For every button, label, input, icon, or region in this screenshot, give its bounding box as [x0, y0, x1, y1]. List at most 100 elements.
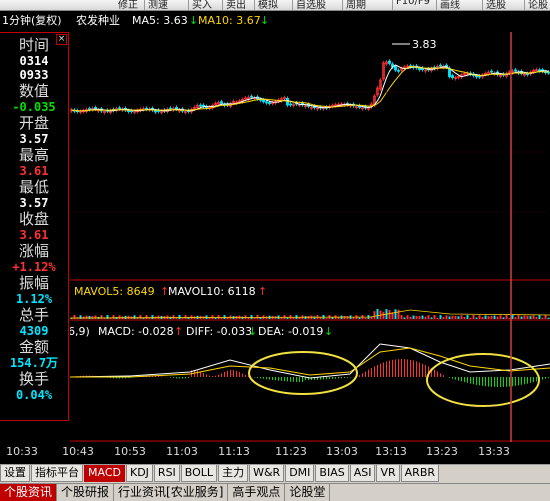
volume-bar — [460, 315, 463, 319]
candle-body — [262, 99, 265, 103]
toolbar-item[interactable]: 测速 — [148, 0, 168, 10]
indicator-tab[interactable]: ASI — [349, 465, 376, 482]
volume-bar — [496, 316, 499, 319]
top-toolbar: 修正 测速 买入 卖出 模拟 自选股 周期 F10/F9 画线 选股 论股 — [0, 0, 550, 11]
volume-bar — [388, 310, 391, 319]
volume-bar — [157, 315, 160, 319]
toolbar-item[interactable]: 模拟 — [258, 0, 278, 10]
mavol-line — [70, 309, 550, 319]
candle-body — [439, 64, 442, 67]
quote-field-value: 3.61 — [19, 228, 49, 242]
close-icon[interactable]: × — [56, 34, 67, 45]
indicator-tab[interactable]: 设置 — [0, 465, 30, 482]
volume-bar — [85, 315, 88, 319]
volume-bar — [178, 315, 181, 319]
info-tab[interactable]: 高手观点 — [228, 484, 286, 501]
quote-field: 最低 3.57 — [0, 178, 68, 210]
volume-bar — [190, 315, 193, 319]
chart-area[interactable]: MAVOL5: 8649 ↑ MAVOL10: 6118 ↑ 6,9) MACD… — [70, 32, 550, 442]
volume-bar — [541, 317, 544, 319]
indicator-tab[interactable]: 指标平台 — [31, 465, 83, 482]
candle-body — [388, 60, 391, 64]
volume-bar — [547, 317, 550, 319]
candle-body — [127, 110, 130, 112]
volume-bar — [403, 317, 406, 319]
quote-field: 涨幅 +1.12% — [0, 242, 68, 274]
toolbar-item[interactable]: 买入 — [192, 0, 212, 10]
volume-bar — [217, 315, 220, 319]
info-tab[interactable]: 论股堂 — [285, 484, 331, 501]
quote-field-value: 0.04% — [15, 388, 53, 402]
quote-field-value: 154.7万 — [9, 356, 59, 370]
indicator-tab[interactable]: RSI — [153, 465, 180, 482]
volume-bar — [166, 315, 169, 319]
quote-field-value: 4309 — [19, 324, 49, 338]
toolbar-item[interactable]: F10/F9 — [396, 0, 430, 10]
stock-name: 农发种业 — [76, 14, 120, 27]
ma10-line — [71, 65, 549, 112]
indicator-tab[interactable]: ARBR — [400, 465, 440, 482]
toolbar-divider — [144, 0, 145, 10]
toolbar-item[interactable]: 选股 — [486, 0, 506, 10]
volume-bar — [454, 315, 457, 319]
volume-bar — [211, 315, 214, 319]
volume-bar — [508, 317, 511, 319]
info-tab[interactable]: 个股研报 — [57, 484, 115, 501]
toolbar-item[interactable]: 自选股 — [296, 0, 326, 10]
macd-panel — [70, 343, 550, 387]
candle-body — [169, 107, 172, 110]
volume-bar — [430, 317, 433, 319]
indicator-tab[interactable]: BOLL — [180, 465, 218, 482]
toolbar-divider — [188, 0, 189, 10]
volume-bar — [442, 317, 445, 319]
info-tab[interactable]: 个股资讯 — [0, 484, 58, 501]
quote-field: 最高 3.61 — [0, 146, 68, 178]
time-tick-label: 11:13 — [218, 445, 250, 458]
volume-bar — [331, 317, 334, 319]
indicator-tab[interactable]: 主力 — [218, 465, 249, 482]
chart-title-bar: 1分钟(复权) 农发种业 MA5: 3.63 ↓ MA10: 3.67 ↓ — [0, 11, 550, 30]
volume-bar — [346, 316, 349, 319]
candle-body — [199, 104, 202, 107]
toolbar-divider — [292, 0, 293, 10]
indicator-tab[interactable]: KDJ — [125, 465, 153, 482]
quote-field-value: 0314 — [19, 54, 49, 68]
volume-bar — [418, 316, 421, 319]
quote-field-value: 3.61 — [19, 164, 49, 178]
indicator-tabs: 设置 指标平台 MACD KDJ RSI BOLL 主力 W&R DMI BIAS ASI VR ARB… — [0, 464, 550, 483]
toolbar-item[interactable]: 周期 — [346, 0, 366, 10]
quote-field: 总手 4309 — [0, 306, 68, 338]
volume-bar — [253, 317, 256, 319]
chart-canvas[interactable]: MAVOL5: 8649 ↑ MAVOL10: 6118 ↑ 6,9) MACD… — [70, 32, 550, 442]
volume-bar — [490, 315, 493, 319]
candle-body — [478, 75, 481, 78]
mavol10-value: MAVOL10: 6118 — [168, 285, 256, 298]
volume-bar — [535, 316, 538, 319]
indicator-tab[interactable]: MACD — [84, 465, 125, 482]
candle-body — [145, 107, 148, 110]
volume-bar — [469, 317, 472, 319]
toolbar-item[interactable]: 卖出 — [226, 0, 246, 10]
indicator-tab[interactable]: VR — [376, 465, 400, 482]
indicator-tab[interactable]: BIAS — [315, 465, 349, 482]
volume-bar — [151, 315, 154, 319]
macd-params: 6,9) — [70, 325, 90, 338]
dea-arrow: ↓ — [324, 325, 333, 338]
volume-bar — [412, 315, 415, 319]
period-label[interactable]: 1分钟(复权) — [2, 11, 62, 30]
indicator-tab[interactable]: DMI — [285, 465, 315, 482]
quote-field-label: 总手 — [18, 306, 49, 324]
macd-value: MACD: -0.028 — [98, 325, 174, 338]
ma10-arrow: ↓ — [260, 14, 270, 27]
info-tab[interactable]: 行业资讯[农业服务] — [114, 484, 229, 501]
toolbar-divider — [254, 0, 255, 10]
diff-line — [70, 343, 550, 379]
volume-bar — [397, 309, 400, 319]
volume-bar — [481, 316, 484, 319]
volume-bar — [475, 317, 478, 319]
toolbar-item[interactable]: 修正 — [118, 0, 138, 10]
toolbar-item[interactable]: 画线 — [440, 0, 460, 10]
toolbar-divider — [524, 0, 525, 10]
indicator-tab[interactable]: W&R — [249, 465, 285, 482]
toolbar-item[interactable]: 论股 — [528, 0, 548, 10]
